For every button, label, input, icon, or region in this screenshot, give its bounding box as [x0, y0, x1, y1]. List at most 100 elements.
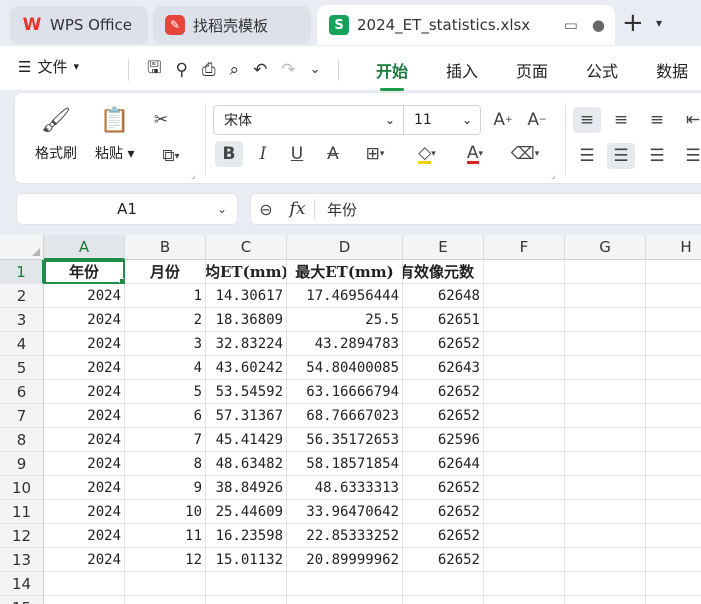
row-header-15[interactable]: 15	[0, 596, 44, 604]
increase-font-size-icon[interactable]: A +	[489, 107, 517, 133]
table-cell[interactable]: 2024	[44, 356, 125, 380]
table-cell[interactable]	[565, 380, 646, 404]
table-cell[interactable]: 32.83224	[206, 332, 287, 356]
table-cell[interactable]: 11	[125, 524, 206, 548]
table-cell[interactable]	[44, 572, 125, 596]
header-cell[interactable]: 有效像元数	[403, 260, 484, 284]
tab-data[interactable]: 数据	[656, 58, 688, 82]
table-cell[interactable]	[646, 284, 701, 308]
table-cell[interactable]	[206, 572, 287, 596]
table-cell[interactable]	[287, 596, 403, 604]
unsaved-dot-icon[interactable]: ●	[592, 16, 605, 34]
table-cell[interactable]: 62648	[403, 284, 484, 308]
table-cell[interactable]: 6	[125, 404, 206, 428]
copy-icon[interactable]: ⧉ ▾	[151, 143, 191, 169]
row-header-5[interactable]: 5	[0, 356, 44, 380]
new-tab-plus-icon[interactable]: +	[622, 8, 644, 38]
table-cell[interactable]: 62651	[403, 308, 484, 332]
table-cell[interactable]	[484, 284, 565, 308]
row-header-6[interactable]: 6	[0, 380, 44, 404]
name-box[interactable]: A1 ⌄	[16, 193, 238, 225]
table-cell[interactable]: 62652	[403, 404, 484, 428]
table-cell[interactable]: 2024	[44, 404, 125, 428]
table-cell[interactable]: 2024	[44, 452, 125, 476]
header-cell[interactable]: 最大ET(mm)	[287, 260, 403, 284]
row-header-4[interactable]: 4	[0, 332, 44, 356]
redo-icon[interactable]: ↷	[281, 60, 295, 80]
table-cell[interactable]	[484, 308, 565, 332]
table-cell[interactable]	[403, 572, 484, 596]
table-cell[interactable]: 2024	[44, 428, 125, 452]
table-cell[interactable]	[565, 284, 646, 308]
font-color-icon[interactable]: A ▾	[457, 141, 493, 167]
tab-wps-office[interactable]: W WPS Office	[10, 6, 148, 44]
table-cell[interactable]	[484, 380, 565, 404]
table-cell[interactable]	[565, 404, 646, 428]
row-header-2[interactable]: 2	[0, 284, 44, 308]
monitor-icon[interactable]: ▭	[564, 16, 578, 34]
undo-icon[interactable]: ↶	[253, 60, 267, 80]
table-cell[interactable]	[646, 308, 701, 332]
table-cell[interactable]	[565, 476, 646, 500]
spreadsheet-grid[interactable]: ABCDEFGH123456789101112131415年份月份月均ET(mm…	[0, 235, 701, 604]
column-header-b[interactable]: B	[125, 235, 206, 260]
table-cell[interactable]: 58.18571854	[287, 452, 403, 476]
row-header-3[interactable]: 3	[0, 308, 44, 332]
table-cell[interactable]	[484, 356, 565, 380]
row-header-12[interactable]: 12	[0, 524, 44, 548]
table-cell[interactable]	[125, 572, 206, 596]
table-cell[interactable]	[646, 500, 701, 524]
fill-color-icon[interactable]: ◇ ▾	[409, 141, 445, 167]
table-cell[interactable]: 2024	[44, 332, 125, 356]
table-cell[interactable]	[565, 428, 646, 452]
table-cell[interactable]	[484, 428, 565, 452]
table-cell[interactable]: 2024	[44, 284, 125, 308]
table-cell[interactable]: 54.80400085	[287, 356, 403, 380]
tab-formulas[interactable]: 公式	[586, 58, 618, 82]
align-center-icon[interactable]: ☰	[607, 143, 635, 169]
table-cell[interactable]	[646, 596, 701, 604]
insert-function-fx-icon[interactable]: fx	[281, 199, 315, 219]
table-cell[interactable]: 62652	[403, 332, 484, 356]
table-cell[interactable]: 1	[125, 284, 206, 308]
table-cell[interactable]: 62643	[403, 356, 484, 380]
table-cell[interactable]: 2	[125, 308, 206, 332]
print-preview-icon[interactable]: ⌕	[230, 60, 240, 80]
font-size-select[interactable]: 11 ⌄	[404, 106, 480, 134]
share-icon[interactable]: ⚲	[175, 60, 187, 80]
table-cell[interactable]	[646, 476, 701, 500]
table-cell[interactable]: 4	[125, 356, 206, 380]
decrease-font-size-icon[interactable]: A −	[523, 107, 551, 133]
table-cell[interactable]	[646, 548, 701, 572]
align-bottom-icon[interactable]: ≡	[643, 107, 671, 133]
align-right-icon[interactable]: ☰	[643, 143, 671, 169]
table-cell[interactable]: 38.84926	[206, 476, 287, 500]
table-cell[interactable]	[646, 380, 701, 404]
table-cell[interactable]: 2024	[44, 500, 125, 524]
table-cell[interactable]	[565, 308, 646, 332]
table-cell[interactable]: 22.85333252	[287, 524, 403, 548]
table-cell[interactable]: 62652	[403, 500, 484, 524]
table-cell[interactable]	[287, 572, 403, 596]
table-cell[interactable]: 15.01132	[206, 548, 287, 572]
table-cell[interactable]: 18.36809	[206, 308, 287, 332]
table-cell[interactable]	[646, 452, 701, 476]
table-cell[interactable]	[565, 548, 646, 572]
table-cell[interactable]: 2024	[44, 548, 125, 572]
table-cell[interactable]: 7	[125, 428, 206, 452]
table-cell[interactable]: 20.89999962	[287, 548, 403, 572]
table-cell[interactable]	[484, 524, 565, 548]
align-top-icon[interactable]: ≡	[573, 107, 601, 133]
table-cell[interactable]: 12	[125, 548, 206, 572]
borders-icon[interactable]: ⊞ ▾	[357, 141, 393, 167]
align-middle-icon[interactable]: ≡	[607, 107, 635, 133]
bold-icon[interactable]: B	[215, 141, 243, 167]
table-cell[interactable]	[565, 356, 646, 380]
table-cell[interactable]	[646, 332, 701, 356]
table-cell[interactable]: 17.46956444	[287, 284, 403, 308]
table-cell[interactable]	[565, 524, 646, 548]
table-cell[interactable]: 62596	[403, 428, 484, 452]
clear-eraser-icon[interactable]: ⌫ ▾	[507, 141, 543, 167]
table-cell[interactable]: 63.16666794	[287, 380, 403, 404]
table-cell[interactable]	[646, 356, 701, 380]
